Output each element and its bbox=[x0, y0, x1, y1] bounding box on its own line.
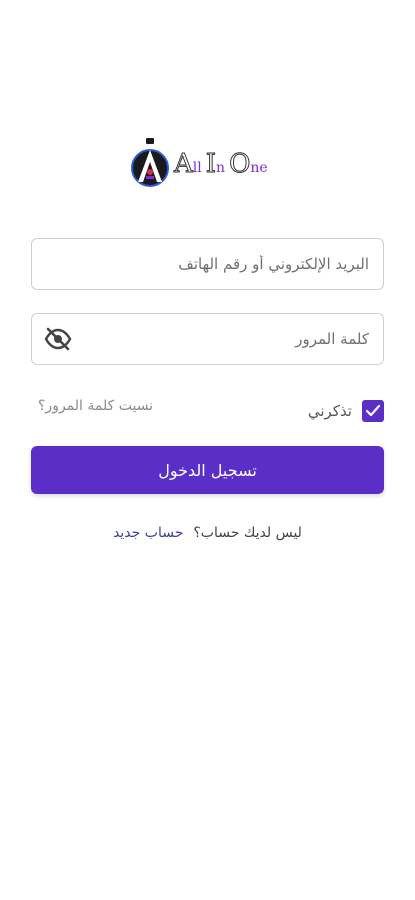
password-input[interactable] bbox=[32, 314, 383, 364]
signup-link[interactable]: حساب جديد bbox=[113, 525, 183, 541]
login-options: تذكرني نسيت كلمة المرور؟ bbox=[38, 396, 384, 426]
remember-label: تذكرني bbox=[307, 402, 352, 420]
logo-letters-ne: ne bbox=[250, 160, 268, 176]
remember-me-toggle[interactable]: تذكرني bbox=[308, 400, 384, 422]
email-input[interactable] bbox=[32, 239, 383, 289]
app-logo: A ll I n O ne bbox=[130, 134, 290, 194]
logo-letters-ll: ll bbox=[192, 160, 202, 176]
logo-letter-a: A bbox=[174, 149, 194, 180]
signup-question: ليس لديك حساب؟ bbox=[193, 525, 302, 541]
remember-checkbox[interactable] bbox=[362, 400, 384, 422]
logo-letter-i: I bbox=[205, 149, 217, 180]
password-field-container bbox=[31, 313, 384, 365]
email-field-container bbox=[31, 238, 384, 290]
logo-letters-n: n bbox=[216, 160, 226, 176]
login-button[interactable]: تسجيل الدخول bbox=[31, 446, 384, 494]
logo-letter-o: O bbox=[229, 149, 251, 180]
logo-wordmark: A ll I n O ne bbox=[174, 149, 272, 180]
signup-prompt: ليس لديك حساب؟ حساب جديد bbox=[0, 525, 415, 541]
logo-icon bbox=[131, 138, 169, 187]
eye-off-icon[interactable] bbox=[44, 327, 72, 351]
forgot-password-link[interactable]: نسيت كلمة المرور؟ bbox=[38, 398, 153, 414]
checkmark-icon bbox=[365, 404, 381, 417]
